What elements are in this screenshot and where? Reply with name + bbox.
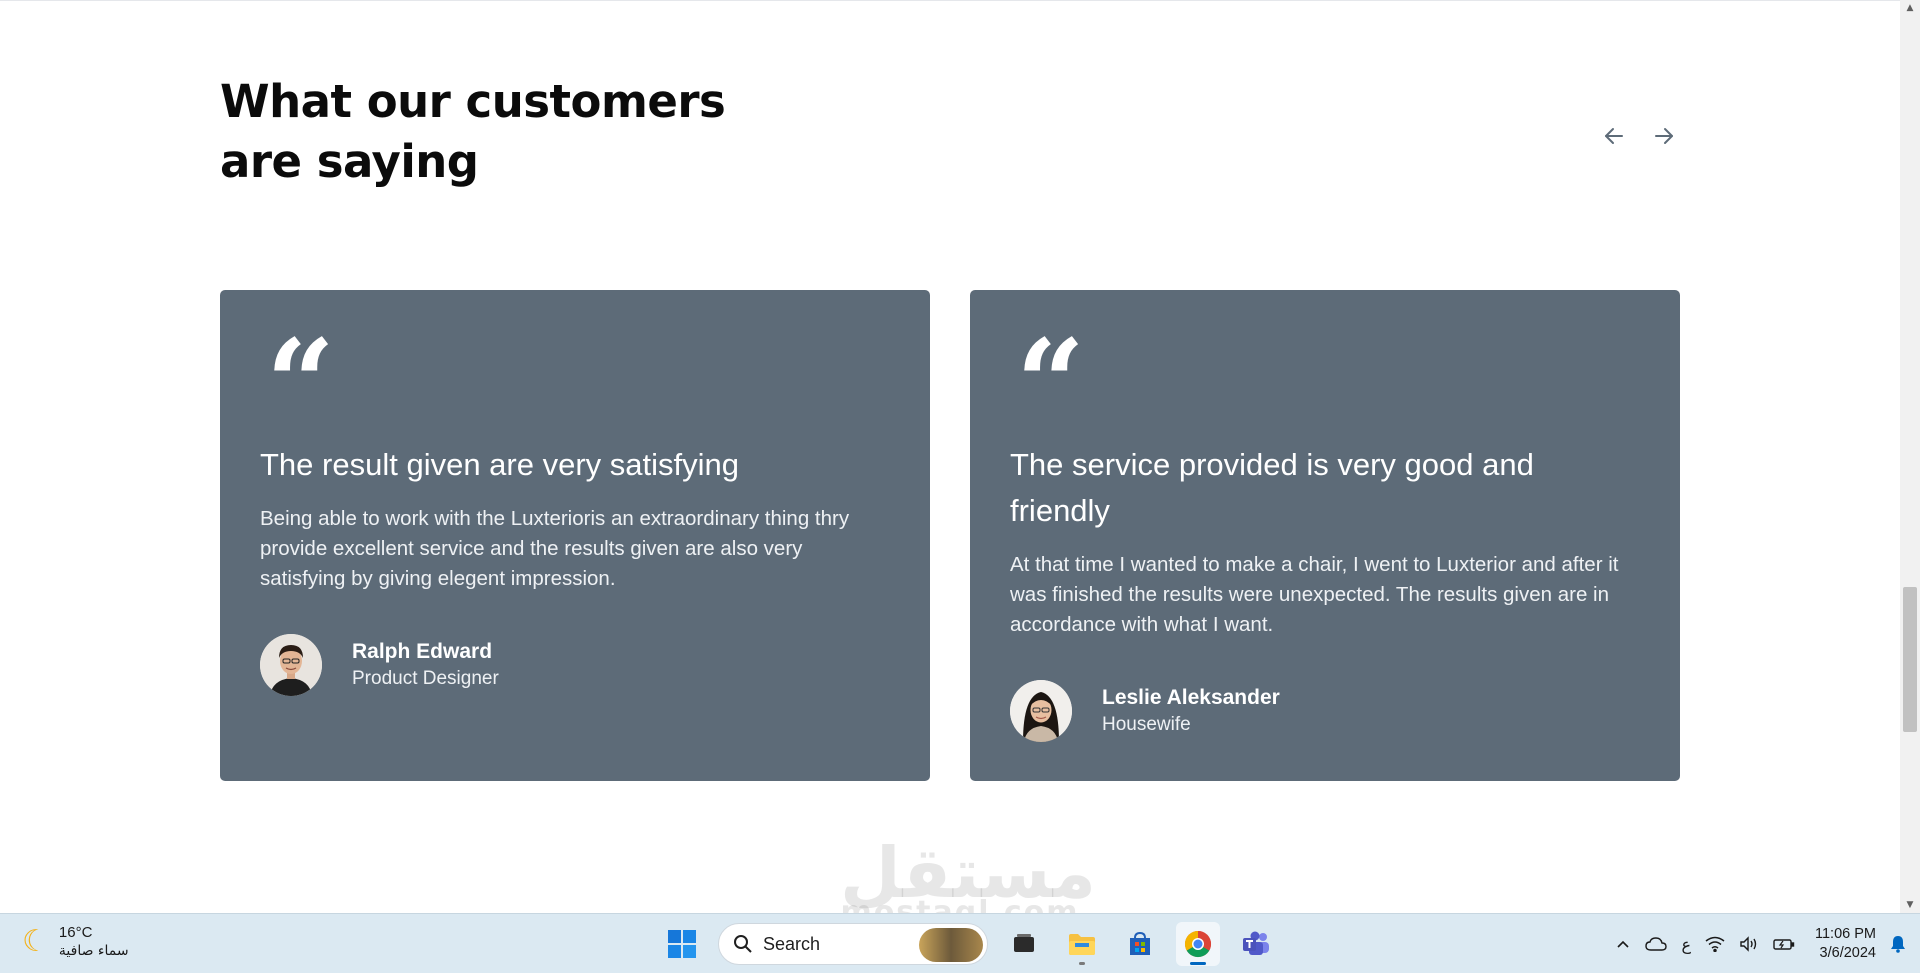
watermark-latin: mostaql.com	[840, 895, 1080, 914]
testimonial-card: “ The service provided is very good and …	[970, 290, 1680, 781]
keyboard-language[interactable]: ع	[1681, 935, 1691, 954]
testimonial-text: Being able to work with the Luxterioris …	[260, 507, 850, 590]
author-name: Ralph Edward	[352, 640, 493, 663]
arrow-right-icon	[1655, 128, 1673, 144]
testimonial-author: Ralph Edward Product Designer	[260, 634, 890, 696]
taskbar: ☾ 16°C سماء صافية Search ع 11:06 PM 3/6/…	[0, 913, 1920, 973]
top-divider	[0, 0, 1900, 1]
scroll-down-icon[interactable]: ▼	[1900, 897, 1920, 913]
chevron-up-icon[interactable]	[1615, 936, 1631, 952]
clock[interactable]: 11:06 PM 3/6/2024	[1815, 925, 1876, 963]
prev-button[interactable]	[1598, 120, 1630, 152]
notification-bell-icon[interactable]	[1890, 935, 1906, 953]
taskbar-center: Search	[660, 922, 1278, 966]
weather-temp: 16°C	[58, 924, 93, 941]
quote-icon: “	[1016, 313, 1086, 454]
weather-widget[interactable]: ☾ 16°C سماء صافية	[22, 922, 129, 962]
next-button[interactable]	[1648, 120, 1680, 152]
author-info: Ralph Edward Product Designer	[352, 638, 499, 692]
avatar-woman-icon	[1010, 680, 1072, 742]
author-role: Housewife	[1102, 714, 1191, 735]
testimonial-heading: The result given are very satisfying	[260, 447, 739, 482]
clock-date: 3/6/2024	[1819, 945, 1876, 961]
task-view-button[interactable]	[1002, 922, 1046, 966]
battery-icon[interactable]	[1773, 936, 1795, 952]
cloud-icon[interactable]	[1645, 936, 1668, 952]
quote-icon: “	[266, 313, 336, 454]
teams-button[interactable]	[1234, 922, 1278, 966]
avatar-man-icon	[260, 634, 322, 696]
testimonial-text: At that time I wanted to make a chair, I…	[1010, 553, 1619, 636]
author-info: Leslie Aleksander Housewife	[1102, 684, 1280, 738]
vertical-scrollbar[interactable]: ▲ ▼	[1900, 0, 1920, 913]
avatar	[260, 634, 322, 696]
scroll-up-icon[interactable]: ▲	[1900, 0, 1920, 16]
task-view-icon	[1014, 934, 1034, 952]
search-highlight-image	[919, 928, 983, 962]
section-title-line1: What our customers	[220, 75, 726, 128]
avatar	[1010, 680, 1072, 742]
clock-time: 11:06 PM	[1815, 926, 1876, 942]
store-icon	[1130, 931, 1150, 955]
folder-icon	[1069, 934, 1095, 955]
watermark: مستقل mostaql.com	[840, 838, 1096, 914]
wifi-icon[interactable]	[1705, 936, 1725, 952]
windows-logo-icon	[668, 930, 696, 958]
running-indicator	[1079, 962, 1085, 965]
author-role: Product Designer	[352, 668, 499, 689]
search-icon	[734, 935, 752, 953]
carousel-nav	[1598, 120, 1680, 152]
file-explorer-button[interactable]	[1060, 922, 1104, 966]
section-title-line2: are saying	[220, 135, 479, 188]
search-label: Search	[763, 933, 821, 954]
active-indicator	[1190, 962, 1206, 965]
chrome-button[interactable]	[1176, 922, 1220, 966]
testimonial-card: “ The result given are very satisfying B…	[220, 290, 930, 781]
testimonial-list: “ The result given are very satisfying B…	[220, 290, 1680, 781]
weather-info: 16°C سماء صافية	[59, 923, 129, 961]
store-button[interactable]	[1118, 922, 1162, 966]
moon-icon: ☾	[22, 924, 49, 959]
chrome-icon	[1184, 930, 1212, 958]
volume-icon[interactable]	[1739, 936, 1759, 952]
teams-icon	[1243, 931, 1269, 955]
arrow-left-icon	[1605, 128, 1623, 144]
weather-desc: سماء صافية	[58, 943, 129, 959]
author-name: Leslie Aleksander	[1102, 686, 1280, 709]
start-button[interactable]	[660, 922, 704, 966]
system-tray: ع 11:06 PM 3/6/2024	[1615, 914, 1920, 973]
page-viewport: What our customers are saying “ The resu…	[0, 0, 1900, 913]
scrollbar-thumb[interactable]	[1903, 587, 1917, 732]
testimonial-author: Leslie Aleksander Housewife	[1010, 680, 1640, 742]
testimonial-heading: The service provided is very good and fr…	[1010, 447, 1534, 528]
section-title: What our customers are saying	[220, 72, 780, 192]
taskbar-search[interactable]: Search	[718, 923, 988, 965]
